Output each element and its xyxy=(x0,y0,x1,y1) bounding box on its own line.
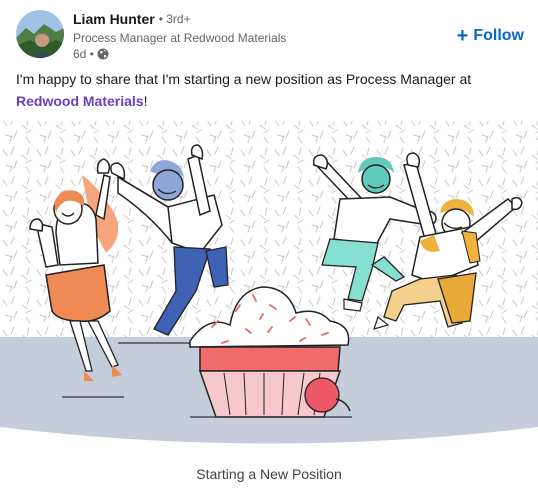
author-headline: Process Manager at Redwood Materials xyxy=(73,31,287,45)
post-meta: 6d • xyxy=(73,46,109,61)
celebration-illustration[interactable] xyxy=(0,115,538,455)
plus-icon: + xyxy=(456,25,469,47)
author-name[interactable]: Liam Hunter xyxy=(73,11,155,27)
company-link[interactable]: Redwood Materials xyxy=(16,93,144,109)
post-time: 6d • xyxy=(73,46,94,61)
author-avatar[interactable] xyxy=(16,10,64,58)
follow-label: Follow xyxy=(473,27,524,44)
author-line: Liam Hunter • 3rd+ xyxy=(73,10,191,28)
avatar-photo xyxy=(16,10,64,58)
image-caption: Starting a New Position xyxy=(196,466,342,482)
globe-icon xyxy=(97,48,109,59)
follow-button[interactable]: + Follow xyxy=(457,24,524,48)
post-text-after: ! xyxy=(143,93,148,109)
post-text: I'm happy to share that I'm starting a n… xyxy=(16,68,516,112)
connection-degree: • 3rd+ xyxy=(158,12,191,26)
feed-post: Liam Hunter • 3rd+ Process Manager at Re… xyxy=(0,0,538,488)
post-text-before: I'm happy to share that I'm starting a n… xyxy=(16,71,472,87)
